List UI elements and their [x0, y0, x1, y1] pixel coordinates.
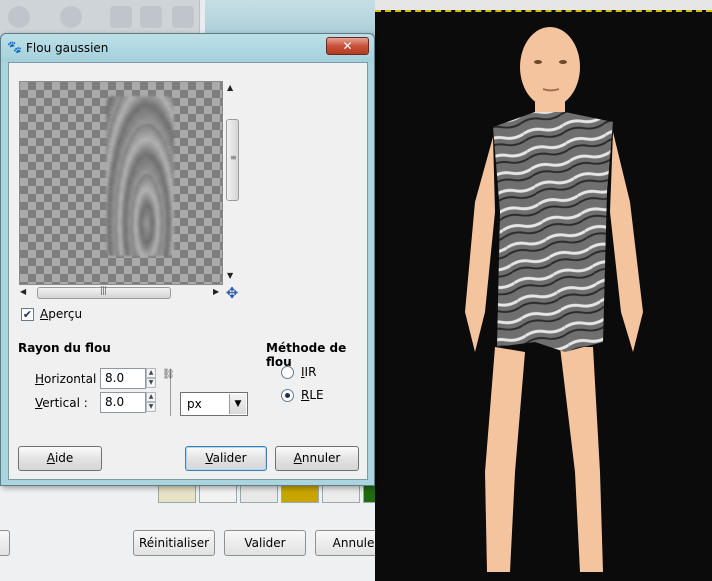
preview-vertical-scrollbar[interactable]: ▲ ≡ ▼	[225, 81, 239, 285]
dialog-content: ▲ ≡ ▼ ◀ ||| ▶ ✥ ✔ Aperçu Rayon du flou H…	[8, 62, 368, 480]
figure-illustration	[465, 27, 643, 572]
scroll-down-icon[interactable]: ▼	[227, 271, 233, 280]
blur-radius-title: Rayon du flou	[18, 341, 111, 355]
preview-horizontal-scrollbar[interactable]: ◀ ||| ▶	[19, 286, 223, 300]
radio-iir-label[interactable]: IIR	[301, 365, 316, 379]
grip-icon: |||	[100, 286, 107, 296]
color-swatch[interactable]	[158, 483, 196, 503]
spin-down-icon[interactable]: ▼	[146, 378, 156, 388]
scroll-right-icon[interactable]: ▶	[213, 287, 219, 296]
canvas-ruler	[375, 0, 712, 10]
radio-rle[interactable]	[281, 389, 294, 402]
blur-method-title: Méthode de flou	[266, 341, 347, 369]
horizontal-label: Horizontal :	[35, 372, 105, 386]
preview-checkbox[interactable]: ✔	[21, 308, 34, 321]
background-left-button[interactable]	[0, 530, 10, 556]
horizontal-radius-input[interactable]: 8.0	[100, 368, 146, 389]
unit-select[interactable]: px ▼	[180, 392, 248, 416]
vertical-radius-input[interactable]: 8.0	[100, 392, 146, 413]
vertical-label: Vertical :	[35, 396, 88, 410]
spin-up-icon[interactable]: ▲	[146, 392, 156, 402]
radio-selected-dot	[285, 393, 290, 398]
preview-checkbox-label[interactable]: Aperçu	[40, 307, 82, 321]
tool-icon[interactable]	[110, 6, 132, 28]
tool-icon[interactable]	[8, 6, 30, 28]
ok-button[interactable]: Valider	[185, 446, 267, 471]
spin-down-icon[interactable]: ▼	[146, 402, 156, 412]
dialog-title: Flou gaussien	[26, 41, 109, 55]
radio-rle-label[interactable]: RLE	[301, 388, 324, 402]
vertical-spin-arrows[interactable]: ▲ ▼	[146, 392, 156, 413]
navigate-move-icon[interactable]: ✥	[224, 285, 240, 301]
radio-iir[interactable]	[281, 366, 294, 379]
color-swatch[interactable]	[322, 483, 360, 503]
color-swatch[interactable]	[199, 483, 237, 503]
scroll-thumb[interactable]: ≡	[226, 119, 239, 201]
gaussian-blur-dialog: 🐾 Flou gaussien ✕ ▲ ≡ ▼ ◀ ||| ▶ ✥ ✔ Aper…	[0, 33, 375, 486]
cancel-button[interactable]: Annuler	[275, 446, 359, 471]
preview-area[interactable]	[19, 81, 223, 285]
color-swatch[interactable]	[240, 483, 278, 503]
horizontal-spin-arrows[interactable]: ▲ ▼	[146, 368, 156, 389]
dialog-titlebar[interactable]: 🐾 Flou gaussien ✕	[1, 34, 374, 62]
scroll-left-icon[interactable]: ◀	[20, 287, 26, 296]
scroll-thumb[interactable]: |||	[37, 286, 171, 299]
preview-image	[106, 96, 174, 256]
scroll-up-icon[interactable]: ▲	[227, 83, 233, 92]
reset-button[interactable]: Réinitialiser	[133, 530, 215, 556]
image-canvas[interactable]	[375, 10, 712, 581]
spin-up-icon[interactable]: ▲	[146, 368, 156, 378]
color-swatch[interactable]	[281, 483, 319, 503]
tool-icon[interactable]	[140, 6, 162, 28]
help-button[interactable]: Aide	[18, 446, 102, 471]
tool-icon[interactable]	[172, 6, 194, 28]
tool-icon[interactable]	[60, 6, 82, 28]
gimp-app-icon: 🐾	[7, 40, 22, 54]
grip-icon: ≡	[230, 153, 237, 162]
chain-link-icon[interactable]: ⛓	[162, 370, 175, 416]
chevron-down-icon[interactable]: ▼	[229, 394, 246, 414]
close-button[interactable]: ✕	[326, 37, 369, 55]
background-ok-button[interactable]: Valider	[224, 530, 306, 556]
